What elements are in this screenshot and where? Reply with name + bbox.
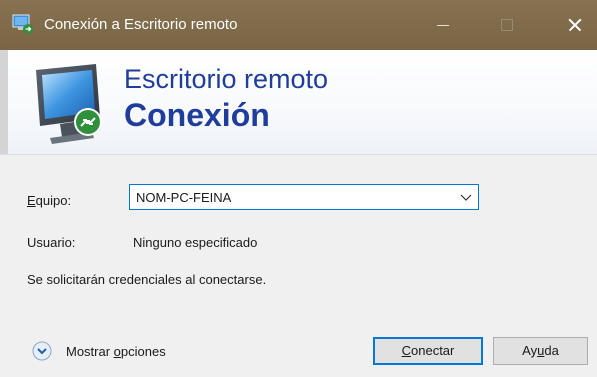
close-button[interactable] bbox=[551, 0, 597, 50]
help-label-post: da bbox=[544, 343, 559, 358]
connect-button[interactable]: Conectar bbox=[373, 337, 483, 365]
credentials-note: Se solicitarán credenciales al conectars… bbox=[27, 272, 267, 287]
header-banner: Escritorio remoto Conexión bbox=[0, 50, 597, 155]
show-options-label-post: pciones bbox=[120, 344, 166, 359]
show-options-label[interactable]: Mostrar opciones bbox=[66, 344, 166, 359]
help-label-pre: Ay bbox=[522, 343, 538, 358]
show-options-label-pre: Mostrar bbox=[66, 344, 114, 359]
expand-down-circle-icon[interactable] bbox=[32, 341, 52, 361]
computer-label-post: quipo: bbox=[35, 193, 72, 208]
show-options-label-mnemonic: o bbox=[113, 344, 121, 359]
minimize-button[interactable] bbox=[420, 0, 466, 50]
connect-label-post: onectar bbox=[411, 343, 455, 358]
banner-title-line2: Conexión bbox=[124, 97, 270, 133]
computer-value[interactable]: NOM-PC-FEINA bbox=[136, 190, 231, 205]
title-bar[interactable]: Conexión a Escritorio remoto bbox=[0, 0, 597, 50]
banner-title-line1: Escritorio remoto bbox=[124, 64, 329, 94]
banner-edge bbox=[0, 50, 8, 154]
chevron-down-icon[interactable] bbox=[460, 191, 472, 203]
user-value: Ninguno especificado bbox=[133, 235, 258, 250]
connect-label-mnemonic: C bbox=[401, 343, 411, 358]
maximize-button[interactable] bbox=[484, 0, 530, 50]
computer-label-mnemonic: E bbox=[27, 193, 36, 208]
help-button[interactable]: Ayuda bbox=[493, 337, 588, 365]
remote-desktop-connection-window: Conexión a Escritorio remoto Escritorio … bbox=[0, 0, 597, 377]
computer-combobox[interactable]: NOM-PC-FEINA bbox=[129, 184, 479, 210]
remote-desktop-app-icon bbox=[12, 14, 33, 34]
computer-label: Equipo: bbox=[27, 193, 71, 208]
window-title: Conexión a Escritorio remoto bbox=[44, 16, 238, 33]
remote-desktop-monitor-icon bbox=[36, 64, 102, 144]
user-label: Usuario: bbox=[27, 235, 76, 250]
